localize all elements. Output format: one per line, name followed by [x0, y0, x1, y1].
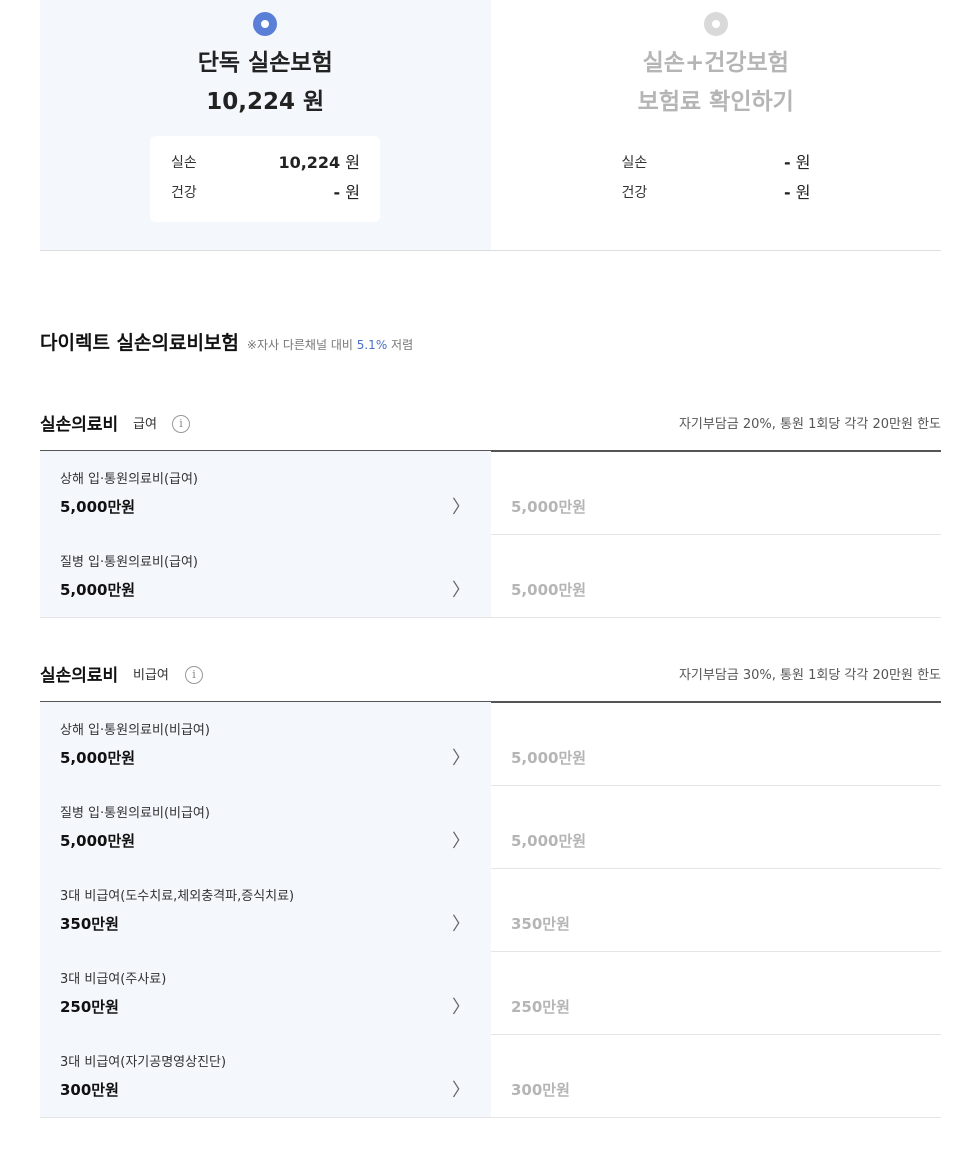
section-header-noncovered: 실손의료비 비급여 i 자기부담금 30%, 통원 1회당 각각 20만원 한도 — [40, 651, 941, 703]
section-title: 실손의료비 — [40, 666, 119, 686]
chevron-right-icon[interactable]: 〉 — [452, 993, 470, 1019]
coverage-name: 3대 비급여(자기공명영상진단) — [60, 1055, 227, 1070]
coverage-row[interactable]: 3대 비급여(주사료) 250만원 〉 250만원 — [40, 951, 941, 1035]
section-condition: 자기부담금 30%, 통원 1회당 각각 20만원 한도 — [678, 668, 941, 683]
coverage-row[interactable]: 상해 입·통원의료비(급여) 5,000만원 〉 5,000만원 — [40, 451, 941, 535]
plan-name: 실손+건강보험 — [642, 50, 789, 76]
plan-standalone[interactable]: 단독 실손보험 10,224 원 실손 10,224 원 건강 - 원 — [40, 0, 491, 250]
radio-unselected-icon[interactable] — [703, 12, 728, 36]
coverage-name: 상해 입·통원의료비(비급여) — [60, 723, 210, 738]
compare-amount: 5,000만원 — [511, 581, 587, 599]
compare-amount: 5,000만원 — [511, 749, 587, 767]
plan-name: 단독 실손보험 — [197, 50, 333, 76]
coverage-name: 질병 입·통원의료비(비급여) — [60, 806, 210, 821]
coverage-name: 상해 입·통원의료비(급여) — [60, 472, 199, 487]
section-subtitle: 급여 — [133, 417, 157, 432]
coverage-name: 질병 입·통원의료비(급여) — [60, 555, 199, 570]
breakdown-label: 실손 — [621, 155, 648, 171]
chevron-right-icon[interactable]: 〉 — [452, 910, 470, 936]
breakdown-label: 건강 — [171, 185, 197, 201]
breakdown-label: 실손 — [171, 155, 197, 171]
coverage-row[interactable]: 3대 비급여(도수치료,체외충격파,증식치료) 350만원 〉 350만원 — [40, 868, 941, 952]
compare-amount: 300만원 — [511, 1081, 570, 1099]
coverage-amount: 5,000만원 — [60, 832, 136, 850]
coverage-name: 3대 비급여(도수치료,체외충격파,증식치료) — [60, 889, 295, 904]
breakdown-value: - 원 — [784, 183, 811, 202]
section-condition: 자기부담금 20%, 통원 1회당 각각 20만원 한도 — [678, 417, 941, 432]
coverage-row[interactable]: 3대 비급여(자기공명영상진단) 300만원 〉 300만원 — [40, 1034, 941, 1118]
compare-amount: 5,000만원 — [511, 498, 587, 516]
compare-amount: 250만원 — [511, 998, 570, 1016]
compare-amount: 350만원 — [511, 915, 570, 933]
coverage-amount: 5,000만원 — [60, 581, 136, 599]
info-icon[interactable]: i — [172, 415, 190, 433]
check-premium-link[interactable]: 보험료 확인하기 — [491, 87, 942, 117]
plan-breakdown: 실손 - 원 건강 - 원 — [601, 136, 831, 222]
plan-combined[interactable]: 실손+건강보험 보험료 확인하기 실손 - 원 건강 - 원 — [491, 0, 942, 250]
coverage-amount: 250만원 — [60, 998, 119, 1016]
section-header-covered: 실손의료비 급여 i 자기부담금 20%, 통원 1회당 각각 20만원 한도 — [40, 400, 941, 452]
coverage-amount: 5,000만원 — [60, 749, 136, 767]
discount-note: ※자사 다른채널 대비 5.1% 저렴 — [246, 338, 414, 352]
plan-price: 10,224 원 — [206, 89, 325, 115]
coverage-row[interactable]: 질병 입·통원의료비(비급여) 5,000만원 〉 5,000만원 — [40, 785, 941, 869]
coverage-row[interactable]: 질병 입·통원의료비(급여) 5,000만원 〉 5,000만원 — [40, 534, 941, 618]
page-content: 단독 실손보험 10,224 원 실손 10,224 원 건강 - 원 실손+건… — [40, 0, 941, 1118]
breakdown-label: 건강 — [621, 185, 648, 201]
breakdown-row: 실손 10,224 원 — [171, 151, 360, 175]
breakdown-row: 건강 - 원 — [171, 181, 360, 205]
product-header: 다이렉트 실손의료비보험 ※자사 다른채널 대비 5.1% 저렴 — [40, 330, 413, 356]
breakdown-value: - 원 — [333, 183, 360, 202]
chevron-right-icon[interactable]: 〉 — [452, 1076, 470, 1102]
coverage-amount: 5,000만원 — [60, 498, 136, 516]
chevron-right-icon[interactable]: 〉 — [452, 493, 470, 519]
breakdown-row: 실손 - 원 — [622, 151, 811, 175]
breakdown-value: 10,224 원 — [278, 153, 360, 172]
chevron-right-icon[interactable]: 〉 — [452, 744, 470, 770]
breakdown-row: 건강 - 원 — [622, 181, 811, 205]
chevron-right-icon[interactable]: 〉 — [452, 827, 470, 853]
product-title: 다이렉트 실손의료비보험 — [40, 332, 239, 354]
coverage-name: 3대 비급여(주사료) — [60, 972, 167, 987]
chevron-right-icon[interactable]: 〉 — [452, 576, 470, 602]
section-title: 실손의료비 — [40, 415, 119, 435]
breakdown-value: - 원 — [784, 153, 811, 172]
coverage-row[interactable]: 상해 입·통원의료비(비급여) 5,000만원 〉 5,000만원 — [40, 702, 941, 786]
radio-selected-icon[interactable] — [253, 12, 278, 36]
plan-breakdown: 실손 10,224 원 건강 - 원 — [150, 136, 380, 222]
discount-rate: 5.1% — [356, 338, 388, 352]
coverage-amount: 350만원 — [60, 915, 119, 933]
coverage-amount: 300만원 — [60, 1081, 119, 1099]
info-icon[interactable]: i — [185, 666, 203, 684]
compare-amount: 5,000만원 — [511, 832, 587, 850]
section-subtitle: 비급여 — [133, 668, 169, 683]
plan-selector: 단독 실손보험 10,224 원 실손 10,224 원 건강 - 원 실손+건… — [40, 0, 941, 251]
